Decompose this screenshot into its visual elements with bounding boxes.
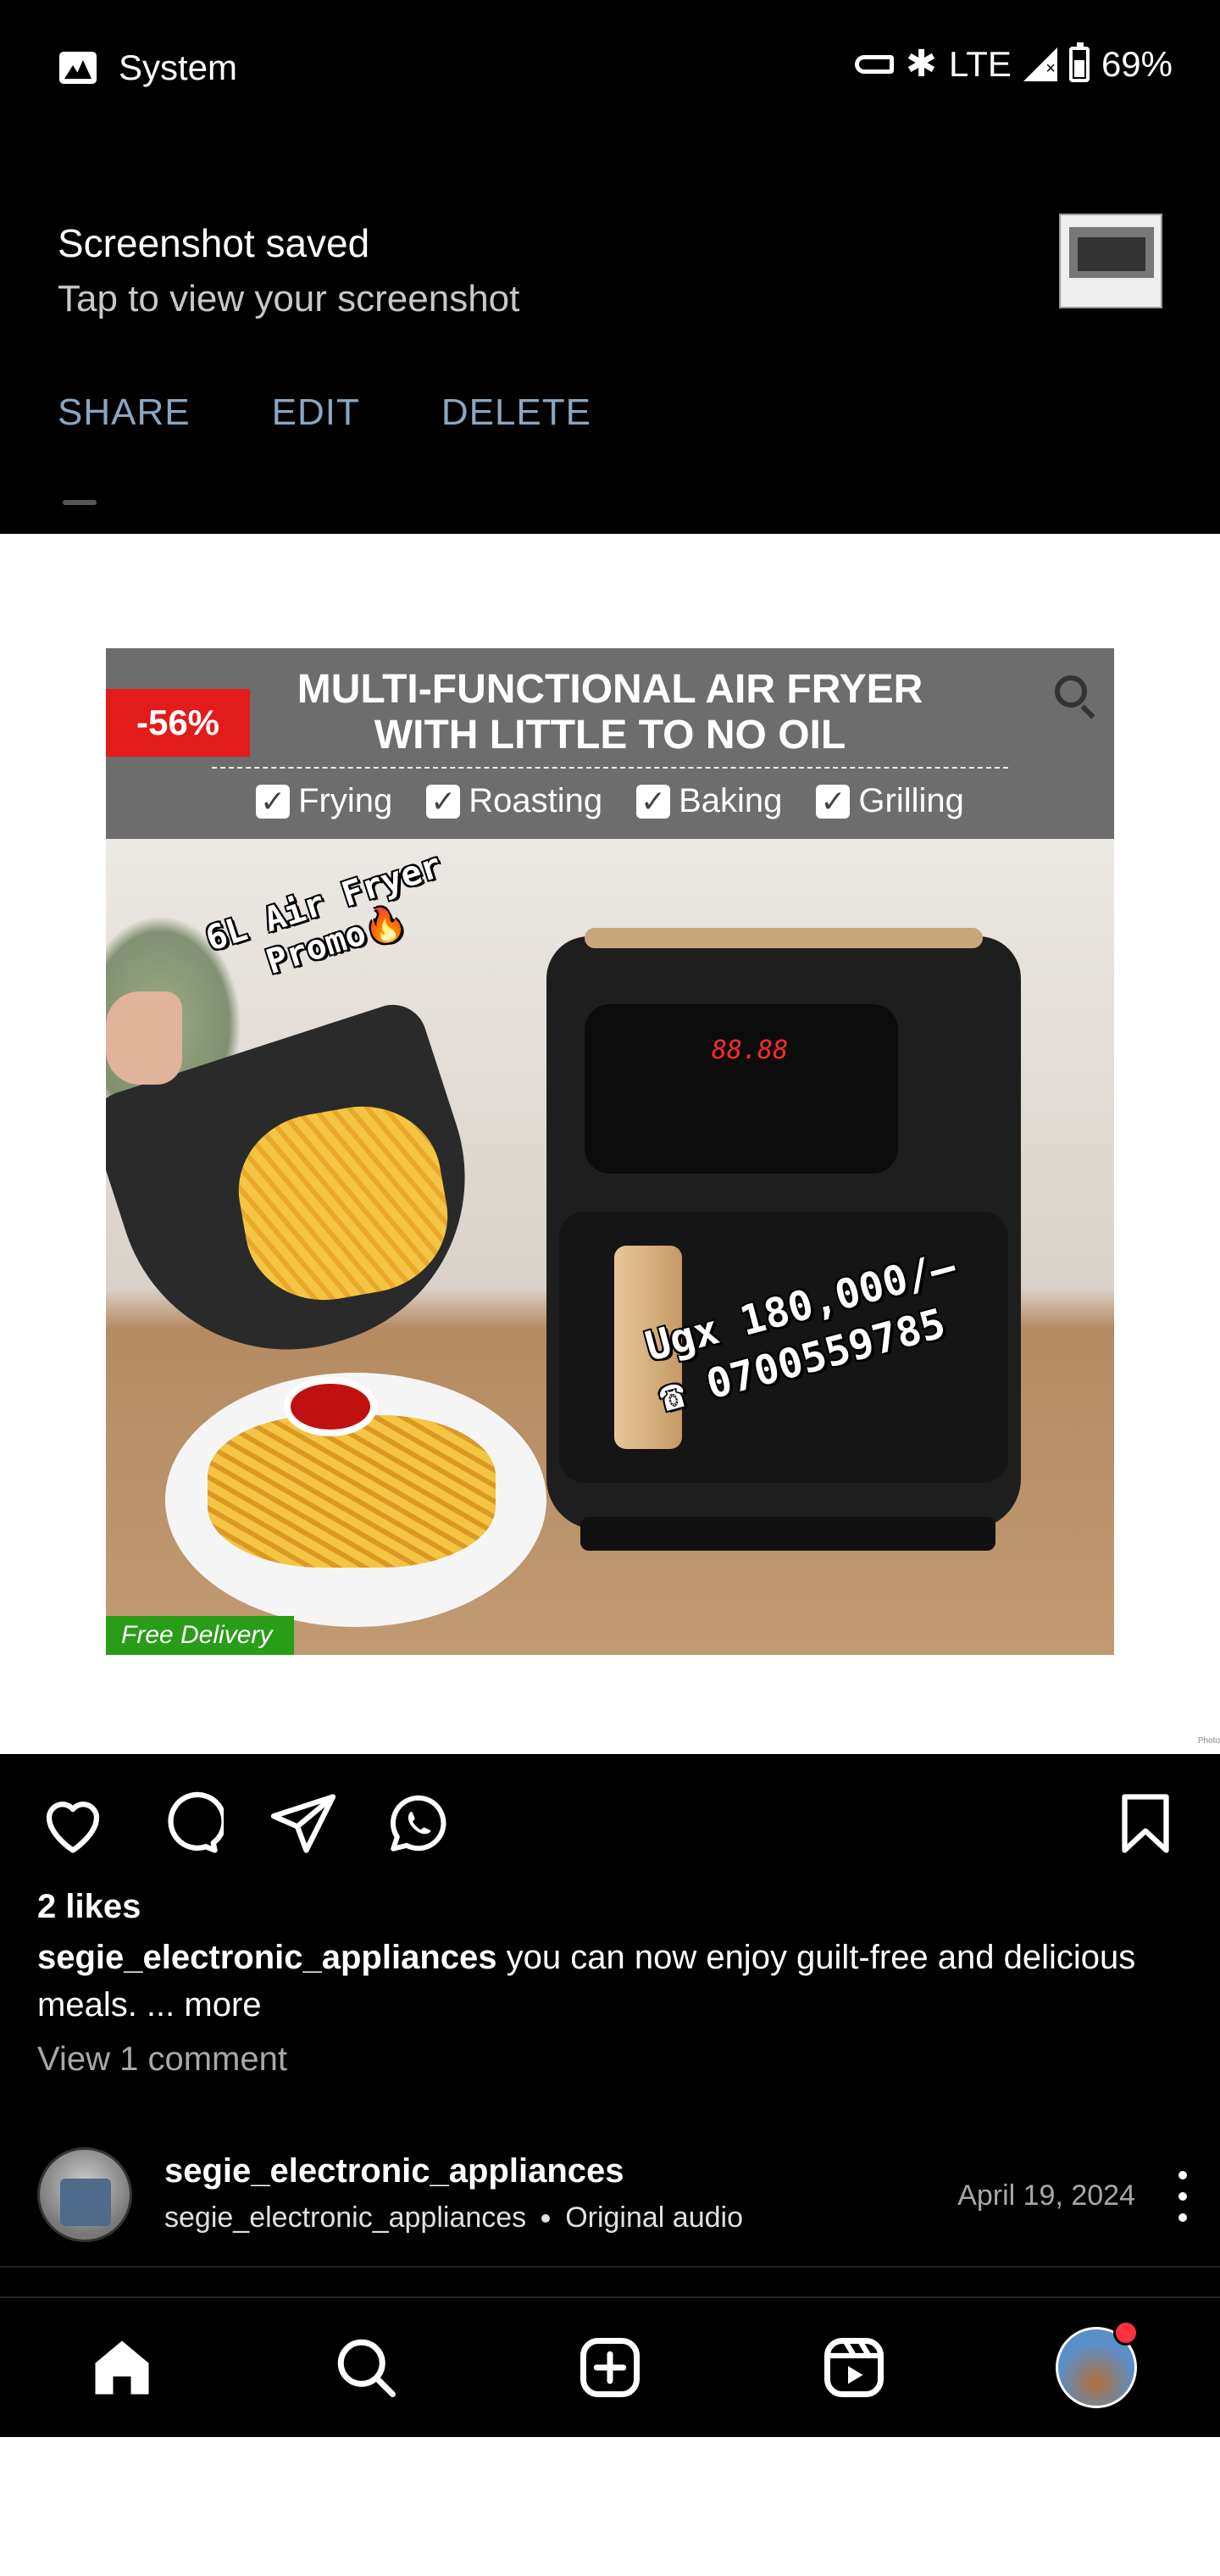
separator-dot [541,2213,551,2223]
create-icon[interactable] [574,2332,646,2403]
more-options-icon[interactable] [1174,2171,1191,2222]
search-icon[interactable] [330,2332,402,2403]
status-left: System [59,47,237,88]
ketchup-bowl-image [284,1377,377,1436]
likes-count[interactable]: 2 likes [37,1888,141,1926]
heart-icon[interactable] [37,1788,108,1859]
delete-button[interactable]: DELETE [441,391,591,434]
network-type: LTE [949,44,1012,84]
feature-baking: ✓ Baking [636,782,782,820]
feature-label: Baking [679,782,783,819]
free-delivery-badge: Free Delivery [106,1616,294,1655]
feature-grilling: ✓ Grilling [816,782,964,820]
comment-icon[interactable] [152,1788,227,1859]
post-actions [0,1754,1220,1890]
feature-label: Grilling [858,782,964,819]
plate-fries-image [208,1415,496,1568]
air-fryer-ad: MULTI-FUNCTIONAL AIR FRYER WITH LITTLE T… [106,648,1114,1655]
feature-label: Frying [298,782,393,819]
checkbox-icon: ✓ [256,784,291,819]
notification-dot [1113,2320,1139,2346]
discount-badge: -56% [106,689,250,757]
whatsapp-icon[interactable] [383,1788,454,1859]
signal-icon [1023,47,1057,81]
ad-header: MULTI-FUNCTIONAL AIR FRYER WITH LITTLE T… [106,648,1114,839]
ad-divider [212,767,1008,769]
checkbox-icon: ✓ [816,784,851,819]
divider [0,2266,1220,2268]
author-subline: segie_electronic_appliances Original aud… [164,2201,743,2235]
edit-button[interactable]: EDIT [272,391,360,434]
caption-more-link[interactable]: ... more [137,1986,262,2024]
home-icon[interactable] [86,2332,158,2403]
magnifier-icon [1055,675,1087,708]
checkbox-icon: ✓ [636,784,671,819]
view-comments-link[interactable]: View 1 comment [37,2040,287,2079]
air-fryer-rim [585,928,983,948]
status-app-label: System [119,47,238,87]
checkbox-icon: ✓ [426,784,461,819]
feature-label: Roasting [469,782,603,819]
bottom-area [0,2437,1220,2576]
bottom-navigation [0,2296,1220,2437]
ad-title-line1: MULTI-FUNCTIONAL AIR FRYER [297,667,923,712]
battery-percent: 69% [1101,44,1173,84]
vpn-key-icon [855,55,895,74]
photo-tag: Photo [1197,1736,1220,1746]
status-right: ✱ LTE 69% [855,42,1173,85]
notification-title: Screenshot saved [58,221,370,265]
screenshot-thumbnail[interactable] [1059,214,1162,308]
send-icon[interactable] [268,1788,339,1859]
ad-title: MULTI-FUNCTIONAL AIR FRYER WITH LITTLE T… [106,667,1114,758]
battery-icon [1068,42,1090,82]
post-date: April 19, 2024 [957,2179,1135,2212]
post-author-row: segie_electronic_appliances segie_electr… [0,2135,1220,2254]
air-fryer-control-panel [585,1004,898,1174]
reels-icon[interactable] [818,2332,890,2403]
notification-drag-handle[interactable] [63,500,97,505]
audio-link[interactable]: Original audio [565,2201,743,2235]
air-fryer-base [580,1517,995,1551]
caption-username[interactable]: segie_electronic_appliances [37,1939,497,1976]
notification-actions: SHARE EDIT DELETE [58,391,591,434]
ad-features: ✓ Frying ✓ Roasting ✓ Baking ✓ Grilling [106,782,1114,820]
bookmark-icon[interactable] [1110,1788,1181,1859]
image-notification-icon [59,52,97,84]
feature-frying: ✓ Frying [256,782,392,820]
bluetooth-icon: ✱ [906,43,938,85]
air-fryer-display: 88.88 [711,1035,789,1065]
ad-scene: 88.88 6L Air Fryer Promo🔥 Ugx 180,000/– … [106,839,1114,1655]
screenshot-notification[interactable]: Screenshot saved Tap to view your screen… [0,136,1220,532]
promo-text: 6L Air Fryer Promo🔥 [201,846,459,999]
author-name[interactable]: segie_electronic_appliances [164,2152,624,2190]
ad-title-line2: WITH LITTLE TO NO OIL [374,713,846,758]
author-handle[interactable]: segie_electronic_appliances [164,2201,526,2235]
share-button[interactable]: SHARE [58,391,191,434]
notification-subtitle: Tap to view your screenshot [58,278,520,319]
author-avatar[interactable] [37,2147,132,2242]
feature-roasting: ✓ Roasting [426,782,602,820]
status-bar: System ✱ LTE 69% [0,0,1220,136]
hand-image [106,991,182,1085]
post-caption: segie_electronic_appliances you can now … [37,1934,1190,2029]
post-image[interactable]: MULTI-FUNCTIONAL AIR FRYER WITH LITTLE T… [0,534,1220,1754]
